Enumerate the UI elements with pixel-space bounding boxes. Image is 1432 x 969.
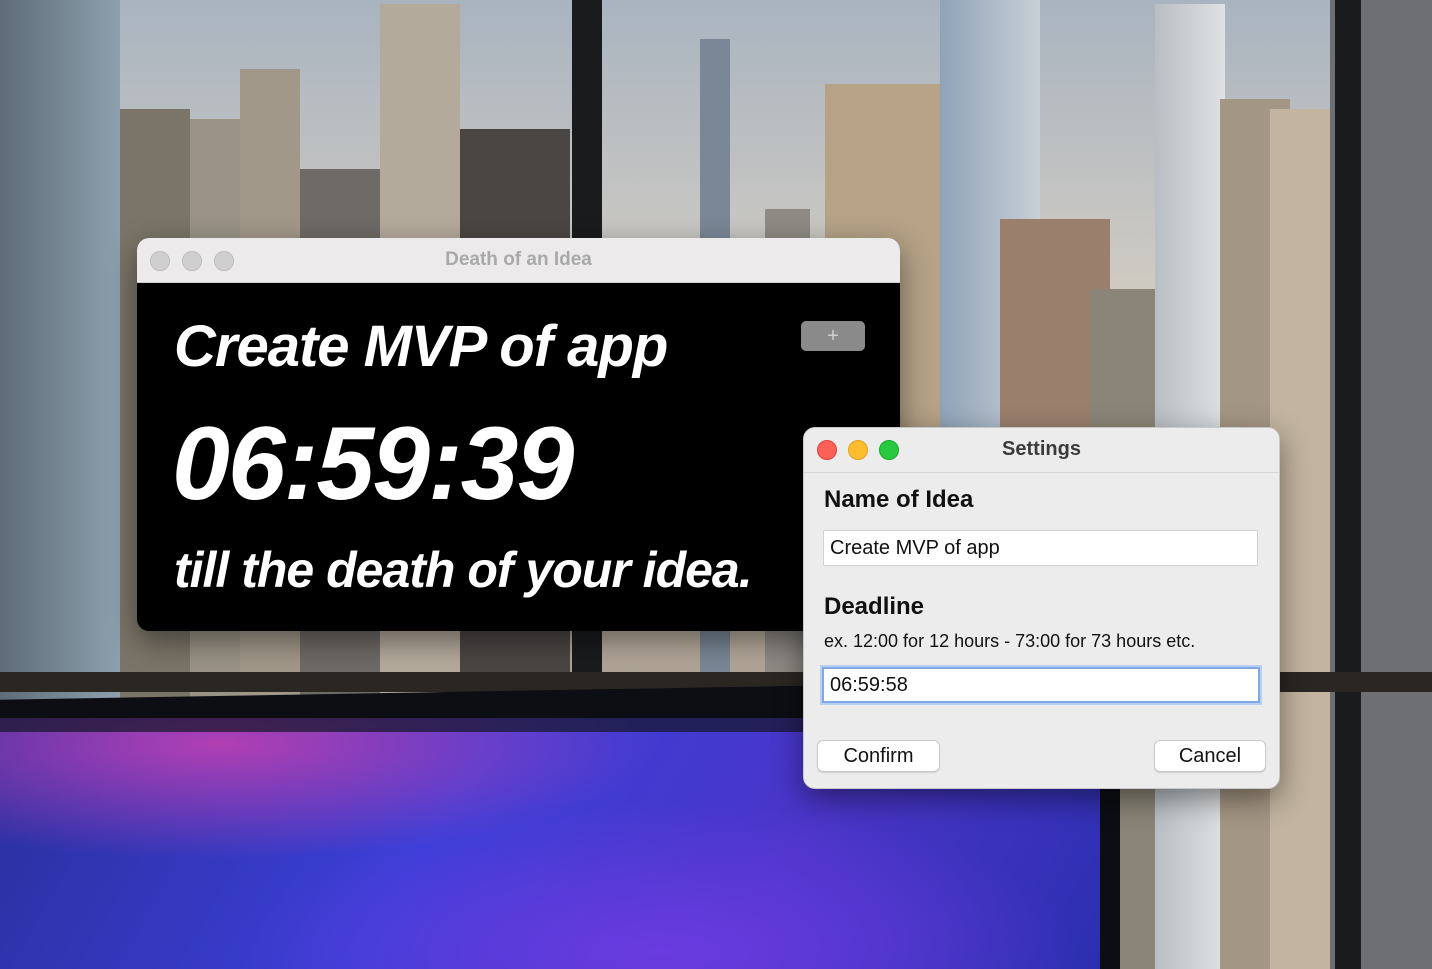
deadline-label: Deadline — [824, 593, 925, 620]
confirm-button[interactable]: Confirm — [817, 740, 940, 772]
settings-window: Settings Name of Idea Deadline ex. 12:00… — [803, 427, 1280, 789]
add-idea-button[interactable]: + — [801, 321, 865, 351]
main-app-window: Death of an Idea Create MVP of app + 06:… — [137, 238, 900, 631]
deadline-field[interactable] — [822, 667, 1260, 703]
cancel-button[interactable]: Cancel — [1154, 740, 1266, 772]
settings-window-titlebar[interactable]: Settings — [804, 428, 1279, 473]
settings-window-title: Settings — [1002, 438, 1081, 460]
idea-name-field[interactable] — [823, 530, 1258, 566]
countdown-subtitle: till the death of your idea. — [174, 542, 753, 598]
idea-name-heading: Create MVP of app — [174, 314, 668, 379]
deadline-hint: ex. 12:00 for 12 hours - 73:00 for 73 ho… — [824, 631, 1196, 651]
main-window-title: Death of an Idea — [445, 249, 592, 270]
main-window-content: Create MVP of app + 06:59:39 till the de… — [137, 283, 900, 631]
main-window-titlebar[interactable]: Death of an Idea — [137, 238, 900, 283]
name-of-idea-label: Name of Idea — [824, 486, 974, 513]
countdown-timer: 06:59:39 — [172, 406, 574, 522]
